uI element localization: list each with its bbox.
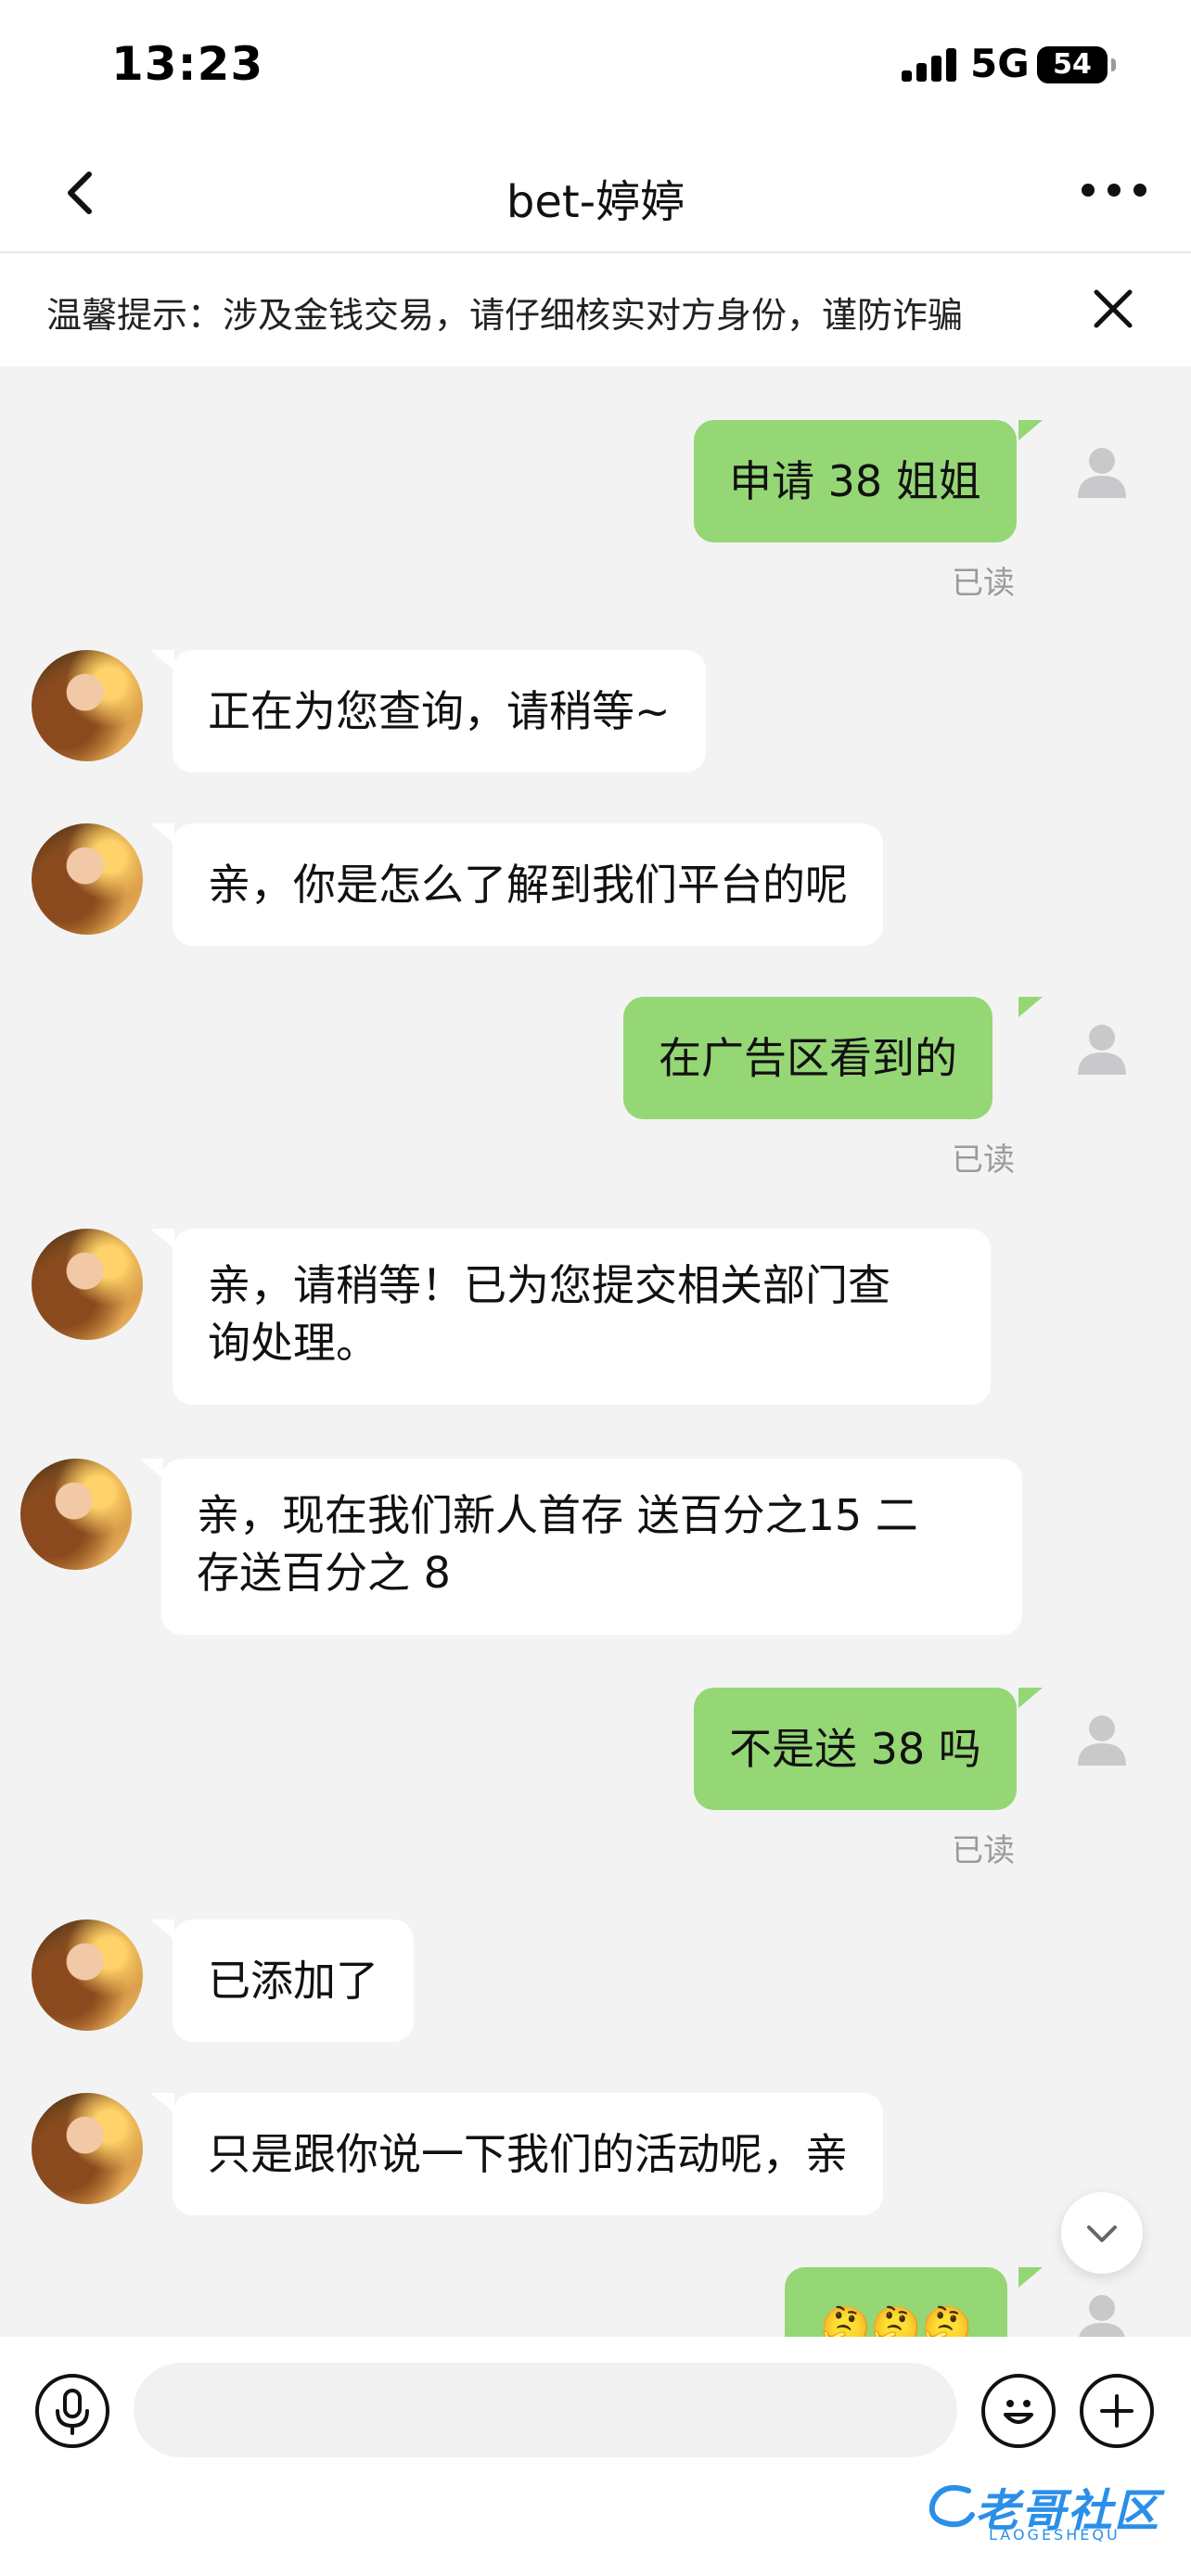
read-status: 已读 xyxy=(952,565,1015,602)
plus-icon xyxy=(1100,2394,1133,2428)
received-message-bubble[interactable]: 亲，你是怎么了解到我们平台的呢 xyxy=(173,823,883,946)
read-status: 已读 xyxy=(952,1832,1015,1869)
message-line: 亲，现在我们新人首存 送百分之15 二 xyxy=(197,1490,918,1540)
message-text: 🤔🤔🤔 xyxy=(820,2304,973,2337)
message-line: 亲，请稍等！已为您提交相关部门查 xyxy=(208,1260,890,1310)
watermark-logo: 老哥社区 LAOGESHEQU xyxy=(924,2467,1184,2559)
chevron-down-icon xyxy=(1087,2225,1117,2242)
message-text: 申请 38 姐姐 xyxy=(729,456,981,506)
contact-avatar[interactable] xyxy=(32,1229,143,1340)
scroll-to-bottom-button[interactable] xyxy=(1061,2192,1143,2274)
read-status: 已读 xyxy=(952,1141,1015,1179)
message-line: 存送百分之 8 xyxy=(197,1548,451,1598)
voice-input-button[interactable] xyxy=(35,2374,109,2448)
message-line: 询处理。 xyxy=(208,1318,378,1368)
sent-message-bubble[interactable]: 申请 38 姐姐 xyxy=(694,420,1017,542)
emoji-button[interactable] xyxy=(981,2374,1056,2448)
message-text: 在广告区看到的 xyxy=(659,1033,957,1083)
contact-avatar[interactable] xyxy=(32,1919,143,2031)
more-options-icon[interactable] xyxy=(1082,184,1146,202)
contact-avatar[interactable] xyxy=(32,650,143,761)
user-avatar-icon[interactable] xyxy=(1074,1712,1130,1767)
network-type: 5G xyxy=(970,41,1030,86)
chat-message-list[interactable]: 申请 38 姐姐 已读 正在为您查询，请稍等~ 亲，你是怎么了解到我们平台的呢 … xyxy=(0,366,1191,2337)
received-message-bubble[interactable]: 只是跟你说一下我们的活动呢，亲 xyxy=(173,2093,883,2215)
message-text: 只是跟你说一下我们的活动呢，亲 xyxy=(208,2129,848,2179)
message-text: 已添加了 xyxy=(208,1956,378,2006)
warning-text: 温馨提示：涉及金钱交易，请仔细核实对方身份，谨防诈骗 xyxy=(46,295,964,336)
received-message-bubble[interactable]: 亲，现在我们新人首存 送百分之15 二 存送百分之 8 xyxy=(161,1459,1022,1635)
contact-avatar[interactable] xyxy=(20,1459,132,1570)
sent-message-bubble[interactable]: 🤔🤔🤔 xyxy=(785,2267,1008,2337)
battery-icon: 54 xyxy=(1037,46,1116,83)
more-actions-button[interactable] xyxy=(1080,2374,1154,2448)
message-text: 不是送 38 吗 xyxy=(729,1724,981,1774)
received-message-bubble[interactable]: 正在为您查询，请稍等~ xyxy=(173,650,706,772)
message-text: 正在为您查询，请稍等~ xyxy=(208,686,671,736)
fraud-warning-banner: 温馨提示：涉及金钱交易，请仔细核实对方身份，谨防诈骗 xyxy=(0,253,1191,366)
contact-avatar[interactable] xyxy=(32,2093,143,2204)
message-input-bar: 老哥社区 LAOGESHEQU xyxy=(0,2337,1191,2576)
contact-avatar[interactable] xyxy=(32,823,143,935)
status-time: 13:23 xyxy=(111,37,264,91)
microphone-icon xyxy=(56,2389,89,2435)
sent-message-bubble[interactable]: 不是送 38 吗 xyxy=(694,1688,1017,1810)
status-bar: 13:23 5G 54 xyxy=(0,0,1191,139)
watermark-subtext: LAOGESHEQU xyxy=(989,2526,1121,2544)
close-icon[interactable] xyxy=(1087,283,1139,335)
chat-header: bet-婷婷 xyxy=(0,139,1191,253)
sent-message-bubble[interactable]: 在广告区看到的 xyxy=(623,997,992,1119)
message-text: 亲，你是怎么了解到我们平台的呢 xyxy=(208,860,848,910)
chat-title: bet-婷婷 xyxy=(506,176,685,228)
user-avatar-icon[interactable] xyxy=(1074,444,1130,500)
received-message-bubble[interactable]: 亲，请稍等！已为您提交相关部门查 询处理。 xyxy=(173,1229,991,1405)
signal-icon xyxy=(902,48,957,82)
user-avatar-icon[interactable] xyxy=(1074,2291,1130,2337)
received-message-bubble[interactable]: 已添加了 xyxy=(173,1919,414,2042)
emoji-icon xyxy=(1004,2400,1033,2424)
message-text-input[interactable] xyxy=(134,2363,957,2457)
dragon-icon xyxy=(928,2485,975,2528)
user-avatar-icon[interactable] xyxy=(1074,1021,1130,1077)
